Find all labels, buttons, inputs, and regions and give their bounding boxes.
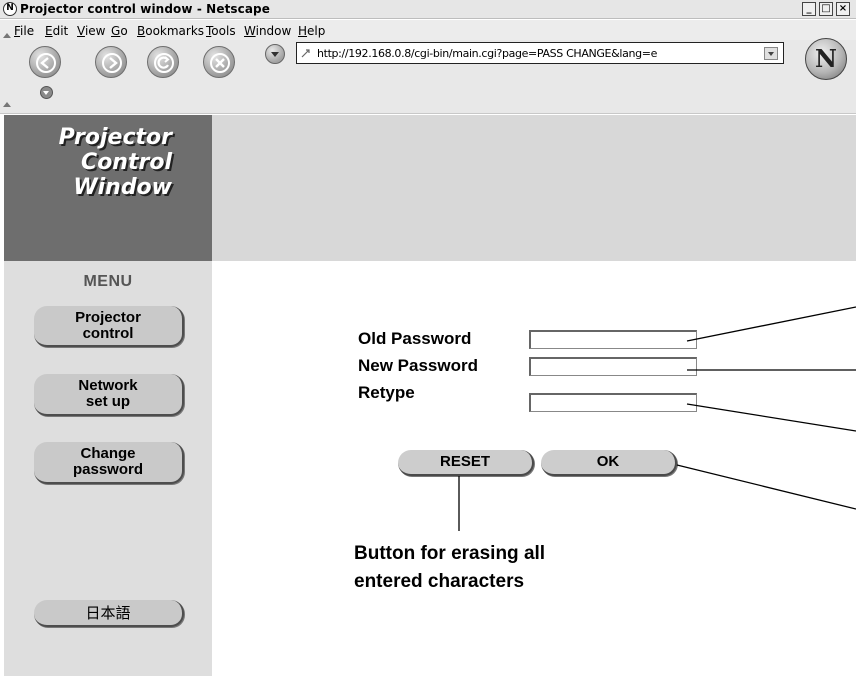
menu-heading: MENU [83,273,133,290]
reload-button[interactable] [147,46,179,78]
callout-line-1: Button for erasing all [354,543,546,564]
netscape-logo-icon: N [3,2,17,16]
projector-control-window-logo: Projector Control Window [12,125,172,200]
back-button[interactable] [29,46,61,78]
logo-line-2: Control [81,150,172,175]
page-icon [301,49,310,58]
back-arrow-icon [36,53,56,73]
menu-view[interactable]: View [77,24,105,38]
ok-button[interactable]: OK [541,450,677,476]
url-field[interactable]: http://192.168.0.8/cgi-bin/main.cgi?page… [296,42,784,64]
reset-button[interactable]: RESET [398,450,534,476]
maximize-button[interactable]: □ [819,2,833,16]
new-password-field[interactable] [529,357,697,376]
sidebar-item-japanese-language[interactable]: 日本語 [34,600,184,627]
window-title: Projector control window - Netscape [20,2,270,16]
menu-window[interactable]: Window [244,24,291,38]
url-bar-toggle-icon[interactable] [265,44,285,64]
menu-go[interactable]: Go [111,24,128,38]
sidebar-item-label: Network [78,377,138,394]
sidebar-item-change-password[interactable]: Change password [34,442,184,484]
password-change-form: Old Password New Password Retype RESET O… [212,261,856,676]
sidebar-item-label: control [82,324,134,342]
old-password-label: Old Password [358,329,472,348]
close-button[interactable]: × [836,2,850,16]
menu-bookmarks[interactable]: Bookmarks [137,24,204,38]
minimize-button[interactable]: _ [802,2,816,16]
toolbar-grip-icon[interactable] [3,102,11,107]
callout-line-2: entered characters [354,571,525,592]
forward-button[interactable] [95,46,127,78]
forward-arrow-icon [102,53,122,73]
header-band [212,115,856,261]
retype-password-field[interactable] [529,393,697,412]
page-content: Projector Control Window MENU Projector … [4,115,856,676]
sidebar-item-label: 日本語 [85,603,131,622]
menu-tools[interactable]: Tools [206,24,236,38]
menu-help[interactable]: Help [298,24,325,38]
sidebar-item-label: set up [85,393,131,410]
url-text[interactable]: http://192.168.0.8/cgi-bin/main.cgi?page… [317,47,657,60]
stop-icon [210,53,230,73]
sidebar-item-label: password [72,461,144,478]
sidebar-item-projector-control[interactable]: Projector control [34,306,184,347]
retype-password-label: Retype [358,383,415,402]
sidebar-item-label: Projector [75,308,141,326]
menu-edit[interactable]: Edit [45,24,68,38]
reset-button-callout: Button for erasing all entered character… [354,540,545,596]
logo-panel: Projector Control Window [4,115,212,261]
reload-icon [154,53,174,73]
sidebar-item-network-set-up[interactable]: Network set up [34,374,184,416]
url-history-dropdown-icon[interactable] [764,47,778,60]
menu-bar: File Edit View Go Bookmarks Tools Window… [0,20,856,40]
stop-button[interactable] [203,46,235,78]
sidebar-menu: MENU Projector control Network set up Ch… [4,261,212,676]
menubar-grip-icon[interactable] [3,33,11,38]
title-bar: N Projector control window - Netscape _ … [0,0,856,19]
logo-line-3: Window [73,175,172,200]
logo-line-1: Projector [58,125,172,150]
new-password-label: New Password [358,356,478,375]
browser-window: N Projector control window - Netscape _ … [0,0,856,676]
sidebar-item-label: Change [80,445,136,462]
menu-file[interactable]: File [14,24,34,38]
back-history-dropdown[interactable] [40,86,53,99]
netscape-throbber-icon[interactable]: N [805,38,847,80]
old-password-field[interactable] [529,330,697,349]
